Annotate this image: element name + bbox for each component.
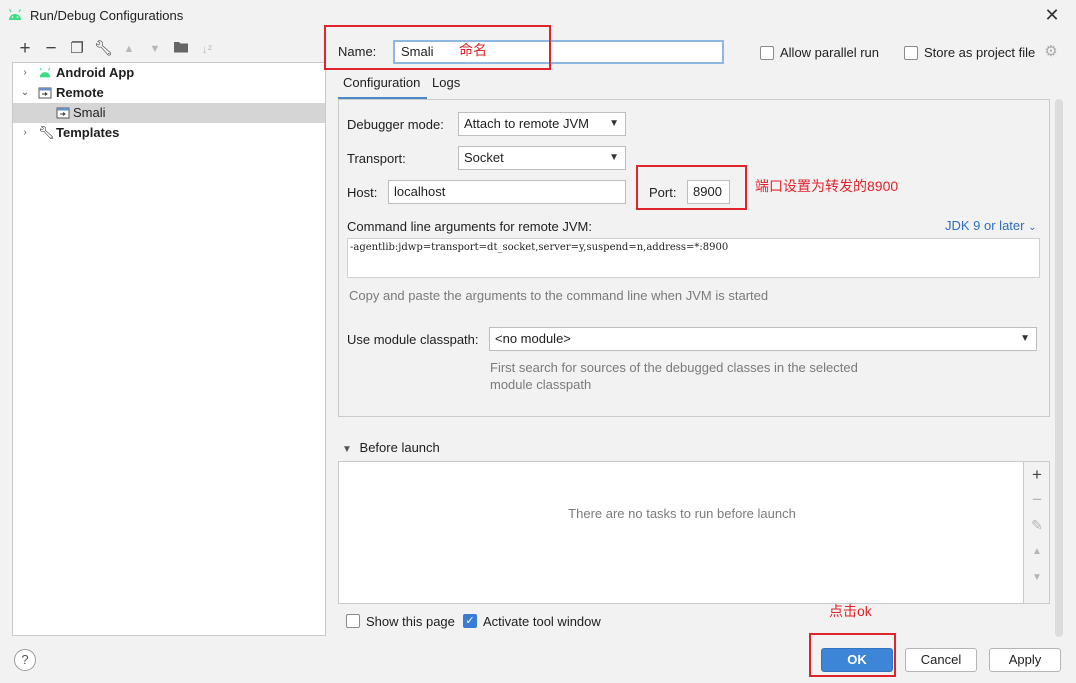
annotation-box-ok [809, 633, 896, 677]
transport-value: Socket [464, 150, 504, 165]
host-input[interactable]: localhost [388, 180, 626, 204]
before-launch-header[interactable]: ▼ Before launch [342, 440, 440, 455]
jdk-version-label: JDK 9 or later [945, 218, 1025, 233]
transport-select[interactable]: Socket ▼ [458, 146, 626, 170]
configuration-tree: › Android App ⌄ Remote Smali › 🔧︎ Templa… [12, 62, 326, 636]
debugger-mode-value: Attach to remote JVM [464, 116, 589, 131]
store-project-checkbox[interactable] [904, 46, 918, 60]
host-label: Host: [347, 185, 378, 200]
module-classpath-select[interactable]: <no module> ▼ [489, 327, 1037, 351]
remove-icon[interactable]: − [42, 39, 60, 58]
tree-item-remote[interactable]: ⌄ Remote [13, 83, 325, 103]
module-classpath-value: <no module> [495, 331, 571, 346]
tree-item-label: Android App [56, 65, 135, 80]
tree-item-label: Smali [73, 105, 106, 120]
help-button[interactable]: ? [14, 649, 36, 671]
tree-item-label: Templates [56, 125, 120, 140]
cancel-button[interactable]: Cancel [905, 648, 977, 672]
gear-icon[interactable]: ⚙ [1043, 44, 1059, 60]
wrench-icon[interactable]: 🔧︎ [94, 40, 113, 58]
move-down-icon[interactable]: ▼ [146, 40, 164, 58]
annotation-box-port [636, 165, 747, 210]
debugger-mode-select[interactable]: Attach to remote JVM ▼ [458, 112, 626, 136]
add-icon[interactable]: + [1028, 465, 1046, 485]
android-icon [39, 67, 51, 78]
move-down-icon[interactable]: ▼ [1028, 572, 1046, 583]
annotation-name-note: 命名 [459, 42, 487, 58]
module-classpath-label: Use module classpath: [347, 332, 479, 347]
before-launch-empty-text: There are no tasks to run before launch [568, 506, 796, 521]
allow-parallel-checkbox[interactable] [760, 46, 774, 60]
annotation-box-name [324, 25, 551, 70]
add-icon[interactable]: + [16, 39, 34, 58]
chevron-right-icon[interactable]: › [19, 63, 31, 83]
annotation-port-note: 端口设置为转发的8900 [755, 178, 899, 194]
chevron-down-icon: ▼ [1020, 333, 1030, 344]
show-page-checkbox[interactable] [346, 614, 360, 628]
jdk-version-dropdown[interactable]: JDK 9 or later ⌄ [945, 218, 1037, 233]
move-up-icon[interactable]: ▲ [1028, 546, 1046, 557]
chevron-down-icon: ▼ [609, 152, 619, 163]
annotation-ok-note: 点击ok [829, 603, 872, 619]
remote-debug-icon [56, 107, 70, 119]
wrench-icon: 🔧︎ [38, 125, 55, 140]
android-icon [8, 9, 22, 20]
scrollbar[interactable] [1055, 99, 1063, 637]
tab-configuration[interactable]: Configuration [343, 75, 420, 90]
transport-label: Transport: [347, 151, 406, 166]
remote-debug-icon [38, 87, 52, 99]
tab-logs[interactable]: Logs [432, 75, 460, 90]
pencil-icon[interactable]: ✎ [1028, 517, 1046, 534]
chevron-down-icon: ▼ [609, 118, 619, 129]
remove-icon[interactable]: − [1028, 490, 1046, 510]
module-hint-line2: module classpath [490, 377, 592, 392]
allow-parallel-label: Allow parallel run [780, 45, 879, 60]
module-hint-line1: First search for sources of the debugged… [490, 360, 858, 375]
cmdline-args-field[interactable]: -agentlib:jdwp=transport=dt_socket,serve… [347, 238, 1040, 278]
cmdline-hint: Copy and paste the arguments to the comm… [349, 288, 769, 303]
copy-icon[interactable]: ❐ [68, 40, 86, 58]
window-title: Run/Debug Configurations [30, 8, 184, 23]
activate-tool-checkbox[interactable]: ✓ [463, 614, 477, 628]
tree-item-label: Remote [56, 85, 104, 100]
apply-button[interactable]: Apply [989, 648, 1061, 672]
chevron-down-icon[interactable]: ⌄ [19, 83, 31, 103]
close-icon[interactable]: ✕ [1044, 4, 1060, 26]
move-up-icon[interactable]: ▲ [120, 40, 138, 58]
chevron-down-icon: ▼ [342, 444, 352, 455]
chevron-right-icon[interactable]: › [19, 123, 31, 143]
sort-icon[interactable]: ↓ᶻ [198, 40, 216, 58]
chevron-down-icon: ⌄ [1028, 222, 1037, 233]
folder-icon[interactable] [172, 40, 190, 58]
debugger-mode-label: Debugger mode: [347, 117, 444, 132]
activate-tool-label: Activate tool window [483, 614, 601, 629]
cmdline-label: Command line arguments for remote JVM: [347, 219, 592, 234]
before-launch-toolbar: + − ✎ ▲ ▼ [1024, 461, 1050, 604]
before-launch-title: Before launch [359, 440, 440, 455]
tree-item-templates[interactable]: › 🔧︎ Templates [13, 123, 325, 143]
store-project-label: Store as project file [924, 45, 1036, 60]
show-page-label: Show this page [366, 614, 455, 629]
tree-item-smali[interactable]: Smali [13, 103, 325, 123]
tree-item-android-app[interactable]: › Android App [13, 63, 325, 83]
before-launch-list: There are no tasks to run before launch [338, 461, 1024, 604]
